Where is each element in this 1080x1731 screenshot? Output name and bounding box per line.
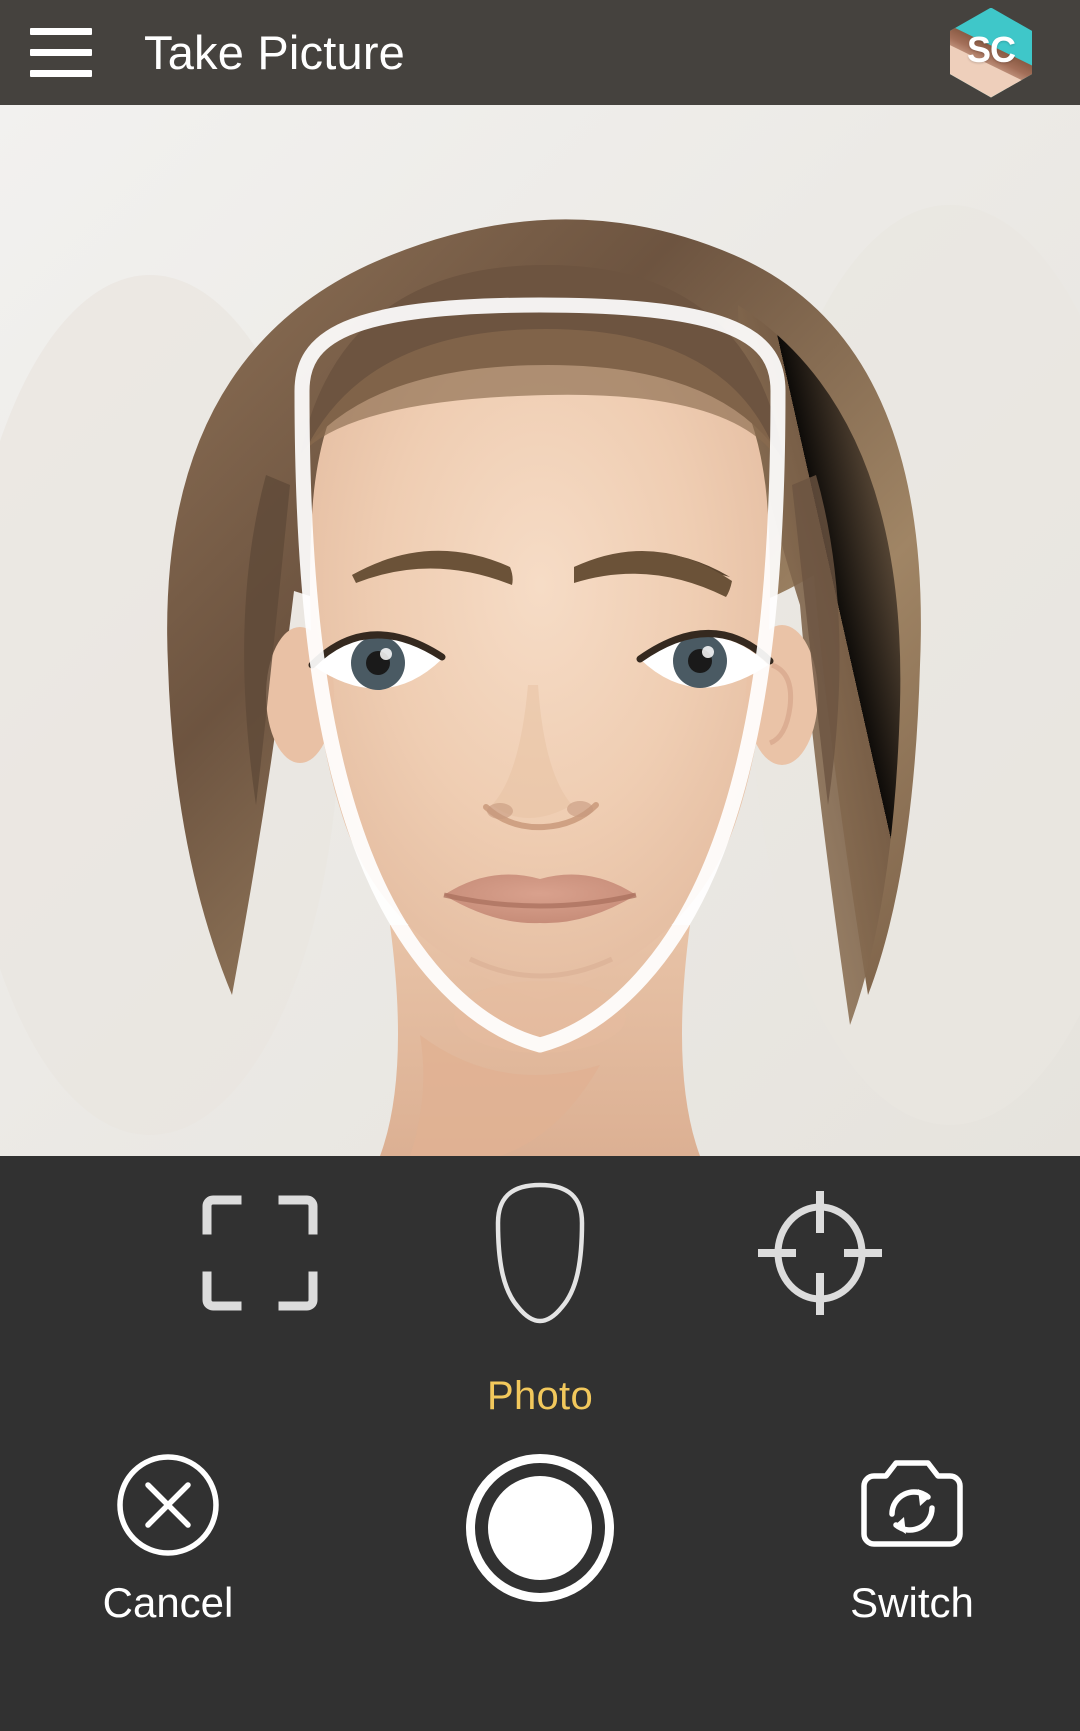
hamburger-bar-3 — [30, 70, 92, 77]
camera-switch-icon — [856, 1450, 968, 1560]
face-oval-icon[interactable] — [465, 1178, 615, 1328]
switch-camera-button[interactable]: Switch — [792, 1450, 1032, 1624]
shutter-button-icon[interactable] — [466, 1454, 614, 1602]
cancel-button-label: Cancel — [102, 1579, 234, 1626]
page-title: Take Picture — [144, 26, 406, 79]
camera-action-row: Cancel Switch — [0, 1416, 1080, 1731]
shutter-button-core — [488, 1476, 592, 1580]
crosshair-target-icon[interactable] — [745, 1178, 895, 1328]
camera-screen: Take Picture SC Photo Cancel Switch — [0, 0, 1080, 1731]
app-logo-hexagon-shape — [950, 7, 1032, 98]
camera-viewfinder[interactable] — [0, 105, 1080, 1156]
capture-mode-label: Photo — [486, 1374, 594, 1418]
hamburger-bar-2 — [30, 49, 92, 56]
switch-camera-button-label: Switch — [850, 1579, 974, 1626]
crop-frame-icon[interactable] — [185, 1178, 335, 1328]
shutter-button-wrap — [420, 1450, 660, 1602]
close-circle-icon — [115, 1450, 221, 1560]
hamburger-bar-1 — [30, 28, 92, 35]
capture-mode-row — [0, 1168, 1080, 1338]
cancel-button[interactable]: Cancel — [48, 1450, 288, 1624]
viewfinder-preview-image — [0, 105, 1080, 1156]
app-logo-hexagon-icon[interactable]: SC — [950, 7, 1032, 98]
hamburger-menu-icon[interactable] — [30, 22, 92, 84]
camera-controls-panel: Photo Cancel Switch — [0, 1156, 1080, 1731]
app-bar: Take Picture SC — [0, 0, 1080, 105]
